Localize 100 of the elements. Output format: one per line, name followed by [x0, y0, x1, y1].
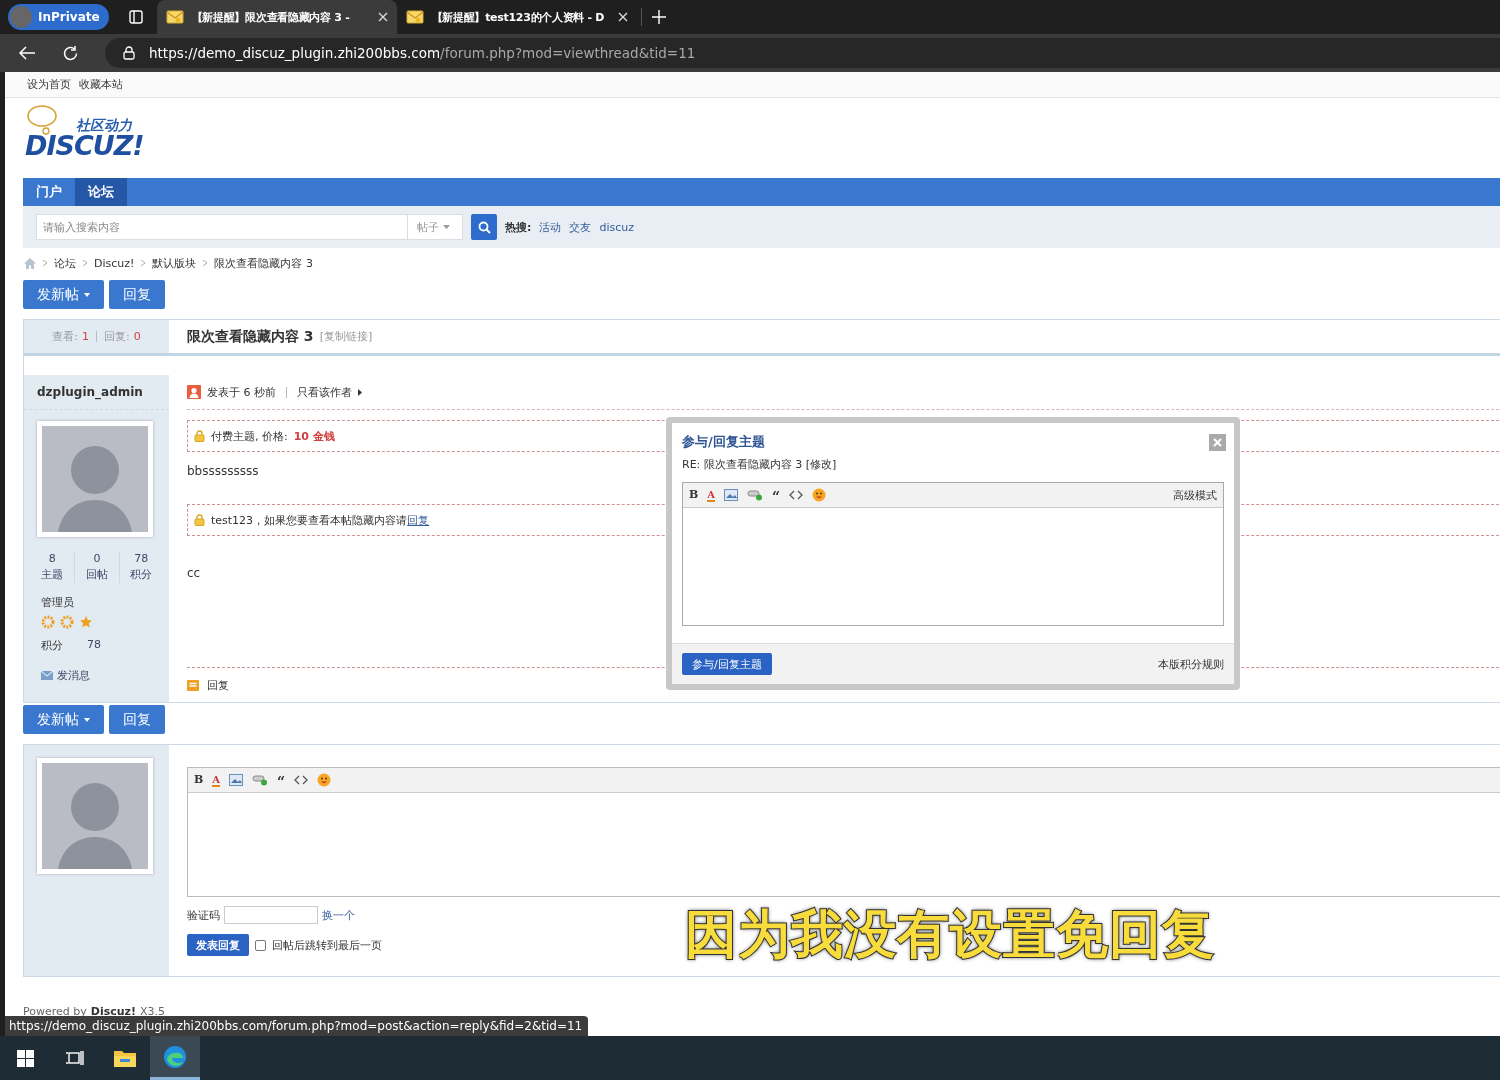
post-time: 发表于 6 秒前: [207, 384, 276, 400]
code-icon[interactable]: [789, 489, 804, 501]
credits-label: 积分: [41, 638, 63, 653]
image-icon[interactable]: [229, 774, 244, 786]
smiley-icon[interactable]: [812, 488, 827, 502]
reply-button[interactable]: 回复: [109, 705, 165, 734]
reply-subject: RE: 限次查看隐藏内容 3 [修改]: [681, 457, 838, 472]
hot-search-link[interactable]: 交友: [569, 219, 592, 235]
favicon-icon: [405, 8, 424, 26]
advanced-mode-link[interactable]: 高级模式: [1173, 487, 1217, 503]
search-field[interactable]: 请输入搜索内容: [36, 214, 408, 240]
footer-version: X3.5: [140, 1005, 166, 1018]
back-icon[interactable]: [18, 45, 36, 61]
hot-search-link[interactable]: 活动: [539, 219, 562, 235]
chevron-icon: [43, 260, 47, 266]
hidden-notice: test123，如果您要查看本帖隐藏内容请回复: [211, 512, 430, 528]
new-post-button[interactable]: 发新帖: [23, 280, 104, 309]
chevron-icon: [83, 260, 87, 266]
sun-icon: [41, 615, 55, 629]
quote-button[interactable]: “: [277, 774, 286, 786]
reply-editor[interactable]: B A “ 高级模式: [682, 482, 1224, 626]
breadcrumb-link[interactable]: 默认版块: [152, 255, 197, 271]
smiley-icon[interactable]: [317, 773, 332, 787]
captcha-field[interactable]: [224, 906, 318, 924]
star-icon: [79, 615, 93, 629]
browser-icon[interactable]: [150, 1036, 200, 1080]
user-group: 管理员: [41, 595, 169, 610]
hot-search-link[interactable]: discuz: [599, 220, 634, 234]
stat-value[interactable]: 8: [30, 551, 75, 567]
lock-icon: [123, 46, 135, 60]
stat-value[interactable]: 78: [119, 551, 163, 567]
lock-icon: [194, 430, 205, 442]
caret-icon: [443, 225, 450, 229]
bold-button[interactable]: B: [194, 773, 204, 787]
refresh-captcha-link[interactable]: 换一个: [322, 907, 355, 923]
nav-tab[interactable]: 论坛: [75, 178, 127, 206]
search-button[interactable]: [471, 214, 497, 240]
dialog-title: 参与/回复主题: [682, 433, 765, 451]
breadcrumb-link[interactable]: 限次查看隐藏内容 3: [214, 255, 313, 271]
reply-link[interactable]: 回复: [207, 677, 229, 693]
send-message-link[interactable]: 发消息: [57, 668, 90, 683]
close-icon: [1213, 437, 1222, 447]
user-icon: [187, 385, 201, 399]
comment-icon: [187, 679, 199, 691]
views-count: 1: [82, 330, 89, 343]
hot-search-label: 热搜:: [505, 219, 532, 235]
top-link[interactable]: 设为首页: [27, 77, 71, 92]
image-icon[interactable]: [724, 489, 739, 501]
captcha-label: 验证码: [187, 907, 220, 923]
credit-rules-link[interactable]: 本版积分规则: [1158, 656, 1224, 672]
chevron-icon: [141, 260, 146, 266]
reply-link[interactable]: 回复: [407, 513, 430, 527]
new-post-button[interactable]: 发新帖: [23, 705, 104, 734]
stat-label: 回帖: [85, 567, 109, 583]
submit-reply-button[interactable]: 参与/回复主题: [682, 653, 772, 675]
nav-tab[interactable]: 门户: [23, 178, 75, 206]
caret-icon: [84, 292, 90, 297]
breadcrumb-link[interactable]: Discuz!: [94, 256, 135, 270]
logo-tagline[interactable]: 社区动力: [76, 117, 153, 133]
reply-editor[interactable]: B A “: [187, 767, 1500, 897]
replies-count: 0: [133, 330, 141, 343]
paid-notice: 付费主题, 价格:: [211, 428, 288, 444]
quote-button[interactable]: “: [772, 489, 781, 501]
logo-wordmark[interactable]: DISCUZ!: [25, 133, 153, 159]
checkbox[interactable]: [255, 939, 266, 951]
price: 10 金钱: [293, 428, 335, 444]
link-icon[interactable]: [252, 774, 269, 786]
reply-button[interactable]: 回复: [109, 280, 165, 309]
tab-actions-icon[interactable]: [128, 10, 143, 24]
favicon-icon: [165, 8, 184, 26]
stat-label: 主题: [40, 567, 65, 583]
envelope-icon: [41, 671, 53, 680]
footer-brand-link[interactable]: Discuz!: [90, 1005, 136, 1018]
browser-tab[interactable]: 【新提醒】test123的个人资料 - D: [396, 0, 637, 34]
font-color-button[interactable]: A: [212, 773, 221, 787]
breadcrumb-link[interactable]: 论坛: [54, 255, 76, 271]
sun-icon: [60, 615, 74, 629]
browser-tab[interactable]: 【新提醒】限次查看隐藏内容 3 -: [156, 0, 397, 34]
bold-button[interactable]: B: [689, 488, 699, 502]
inprivate-button[interactable]: InPrivate: [8, 4, 109, 30]
status-url-tooltip: https://demo_discuz_plugin.zhi200bbs.com/forum.php?mod=post&action=reply&fid=2&tid=11: [5, 1016, 589, 1036]
caret-icon: [84, 717, 90, 722]
new-tab-icon[interactable]: [651, 10, 666, 24]
stat-label: 积分: [129, 567, 154, 583]
profile-avatar: [10, 6, 32, 28]
code-icon[interactable]: [294, 774, 309, 786]
author-name[interactable]: dzplugin_admin: [24, 375, 169, 410]
submit-reply-button[interactable]: 发表回复: [187, 934, 249, 956]
refresh-icon[interactable]: [62, 44, 79, 62]
stat-value[interactable]: 0: [75, 551, 119, 567]
address-bar[interactable]: https://demo_discuz_plugin.zhi200bbs.com/forum.php?mod=viewthread&tid=11: [105, 38, 1500, 68]
chevron-icon: [203, 260, 208, 266]
only-author-link[interactable]: 只看该作者: [297, 384, 352, 400]
checkbox-label: 回帖后跳转到最后一页: [272, 937, 382, 953]
close-icon[interactable]: [377, 12, 388, 22]
thread-title: 限次查看隐藏内容 3: [187, 327, 314, 346]
font-color-button[interactable]: A: [707, 488, 716, 502]
top-link[interactable]: 收藏本站: [79, 77, 123, 92]
close-icon[interactable]: [617, 12, 628, 22]
link-icon[interactable]: [747, 489, 764, 501]
